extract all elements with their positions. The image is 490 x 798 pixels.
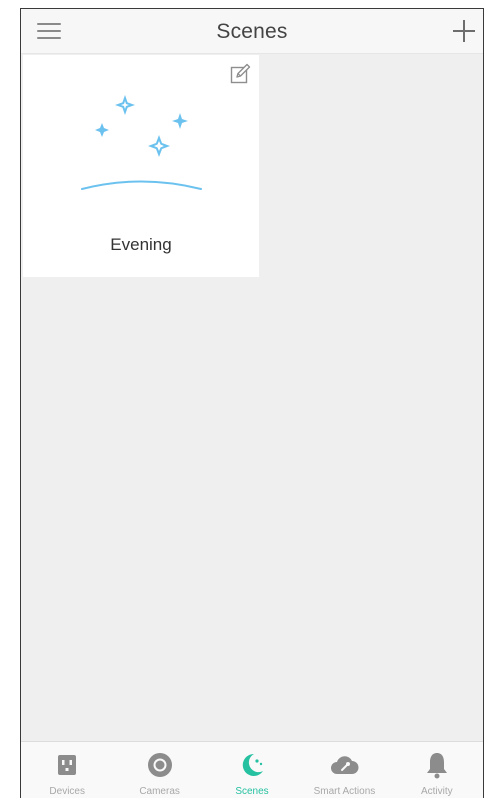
smart-actions-cloud-icon <box>329 750 359 780</box>
camera-lens-icon <box>145 750 175 780</box>
tab-devices[interactable]: Devices <box>21 742 113 798</box>
edit-pencil-icon[interactable] <box>229 63 251 85</box>
scene-card-evening[interactable]: Evening <box>23 55 259 277</box>
bottom-tab-bar: Devices Cameras Scenes Smart Actions Act… <box>21 741 483 798</box>
scenes-moon-icon <box>237 750 267 780</box>
add-scene-plus-icon[interactable] <box>453 20 475 42</box>
evening-stars-icon <box>73 91 209 195</box>
scene-name: Evening <box>110 235 172 254</box>
tab-label: Activity <box>420 786 453 797</box>
scenes-screen: Scenes Evening Devices Cameras Scenes Sm… <box>20 8 484 798</box>
page-title: Scenes <box>216 20 288 43</box>
tab-cameras[interactable]: Cameras <box>113 742 205 798</box>
top-navigation-bar: Scenes <box>21 9 483 54</box>
tab-scenes[interactable]: Scenes <box>206 742 298 798</box>
tab-label: Devices <box>49 786 85 797</box>
tab-label: Smart Actions <box>313 786 376 797</box>
tab-label: Cameras <box>139 786 180 797</box>
tab-activity[interactable]: Activity <box>391 742 483 798</box>
devices-outlet-icon <box>52 750 82 780</box>
activity-bell-icon <box>422 750 452 780</box>
tab-label: Scenes <box>235 786 269 797</box>
tab-smart-actions[interactable]: Smart Actions <box>298 742 390 798</box>
